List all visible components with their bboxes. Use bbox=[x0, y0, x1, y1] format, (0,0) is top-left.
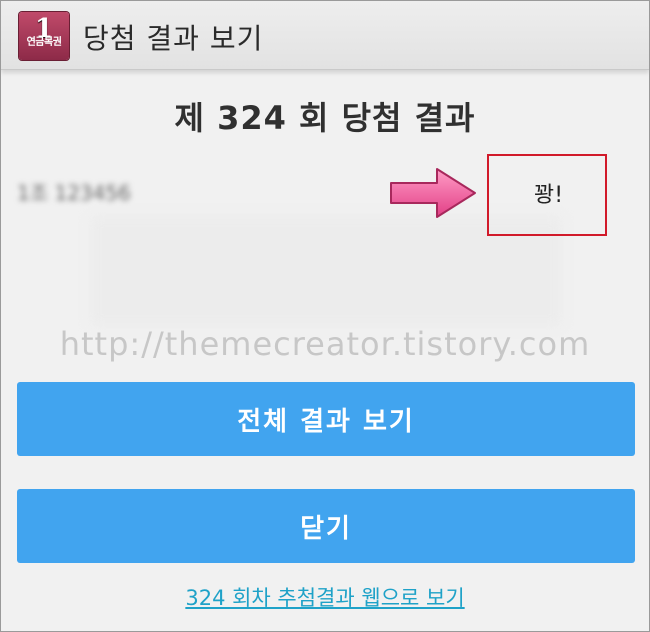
close-button[interactable]: 닫기 bbox=[17, 489, 635, 563]
app-logo-icon: 1 연금복권 bbox=[19, 12, 69, 60]
pointer-arrow-icon bbox=[390, 168, 476, 218]
draw-result-heading: 제 324 회 당첨 결과 bbox=[174, 99, 476, 137]
draw-result-text: 꽝! bbox=[534, 183, 564, 208]
title-bar: 1 연금복권 당첨 결과 보기 bbox=[1, 1, 649, 70]
ticket-number-blurred: 1조 123456 bbox=[17, 181, 131, 205]
view-all-results-button[interactable]: 전체 결과 보기 bbox=[17, 382, 635, 456]
view-on-web-link[interactable]: 324 회차 추첨결과 웹으로 보기 bbox=[1, 582, 649, 612]
app-window: 1 연금복권 당첨 결과 보기 제 324 회 당첨 결과 1조 123456 … bbox=[0, 0, 650, 632]
page-title: 당첨 결과 보기 bbox=[83, 22, 264, 55]
app-logo-text: 연금복권 bbox=[26, 37, 62, 48]
watermark-text: http://themecreator.tistory.com bbox=[59, 325, 591, 363]
